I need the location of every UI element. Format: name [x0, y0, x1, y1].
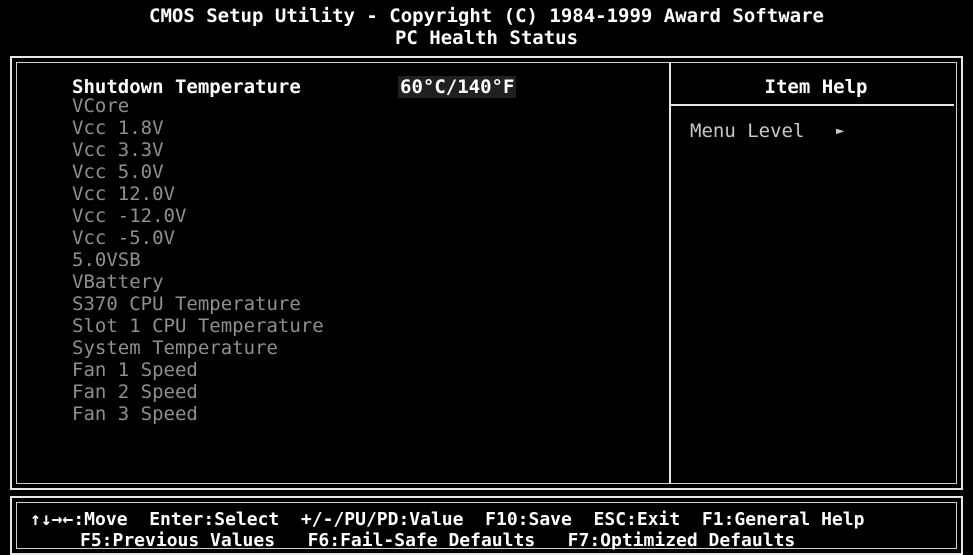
- shutdown-temperature-value[interactable]: 60°C/140°F: [398, 76, 517, 98]
- menu-item-vcc-minus-12-0v: Vcc -12.0V: [72, 205, 187, 227]
- menu-level-arrow-icon: ►: [836, 123, 845, 139]
- menu-item-vcc-1-8v: Vcc 1.8V: [72, 117, 164, 139]
- menu-item-system-temperature: System Temperature: [72, 337, 278, 359]
- menu-item-vcc-5-0v: Vcc 5.0V: [72, 161, 164, 183]
- menu-item-vcc-3-3v: Vcc 3.3V: [72, 139, 164, 161]
- page-title: PC Health Status: [394, 27, 579, 49]
- help-divider: [669, 63, 671, 483]
- menu-item-s370-cpu-temperature: S370 CPU Temperature: [72, 293, 301, 315]
- footer-keys-line1: ↑↓→←:Move Enter:Select +/-/PU/PD:Value F…: [30, 509, 865, 530]
- menu-level-label: Menu Level: [690, 120, 805, 142]
- item-help-title: Item Help: [764, 76, 868, 98]
- menu-item-fan1-speed: Fan 1 Speed: [72, 359, 198, 381]
- menu-item-vcc-12-0v: Vcc 12.0V: [72, 183, 175, 205]
- bios-screen: CMOS Setup Utility - Copyright (C) 1984-…: [0, 0, 973, 555]
- menu-item-fan2-speed: Fan 2 Speed: [72, 381, 198, 403]
- help-title-divider: [671, 104, 954, 106]
- window-title: CMOS Setup Utility - Copyright (C) 1984-…: [149, 5, 824, 27]
- footer-keys-line2: F5:Previous Values F6:Fail-Safe Defaults…: [80, 530, 796, 551]
- menu-item-vcc-minus-5-0v: Vcc -5.0V: [72, 227, 175, 249]
- menu-item-slot1-cpu-temperature: Slot 1 CPU Temperature: [72, 315, 324, 337]
- menu-item-fan3-speed: Fan 3 Speed: [72, 403, 198, 425]
- menu-item-5-0vsb: 5.0VSB: [72, 249, 141, 271]
- menu-item-vcore: VCore: [72, 95, 130, 117]
- menu-item-vbattery: VBattery: [72, 271, 164, 293]
